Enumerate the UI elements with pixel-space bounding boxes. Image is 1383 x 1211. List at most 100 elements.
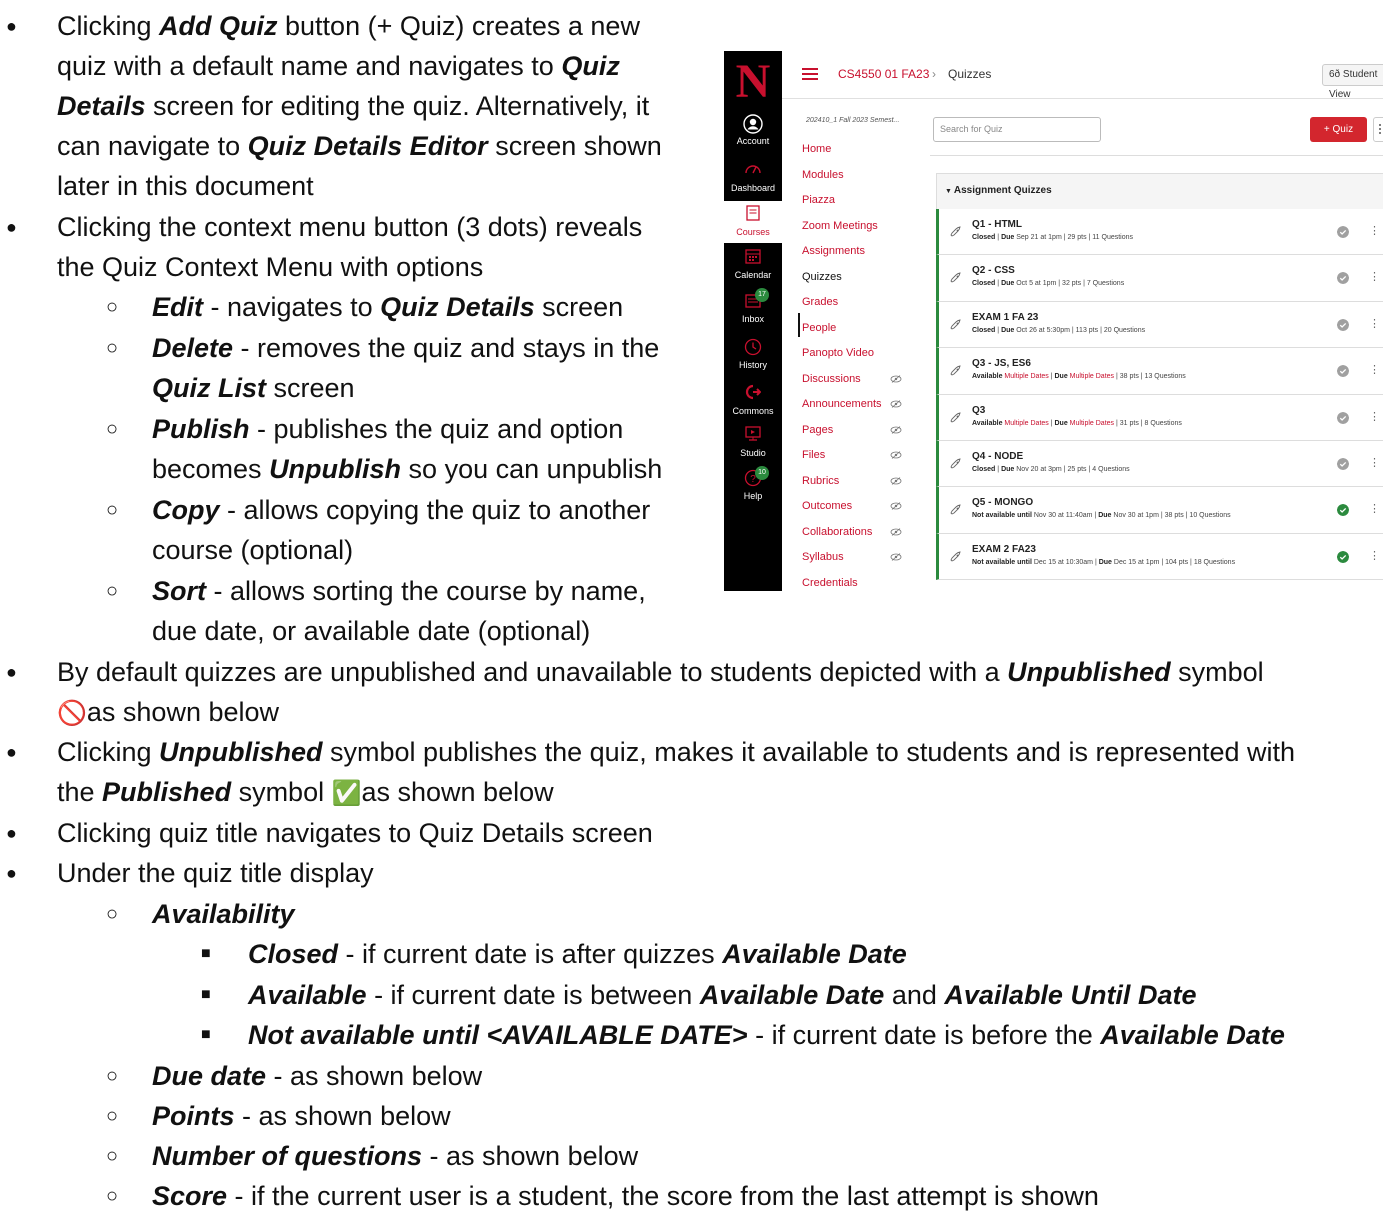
quiz-title-link[interactable]: Q1 - HTML [972,219,1022,230]
quiz-rocket-icon [950,411,961,423]
quiz-title-link[interactable]: Q3 - JS, ES6 [972,358,1031,369]
hidden-eye-icon [890,553,902,561]
publish-status-check-icon[interactable] [1337,411,1349,424]
quiz-meta: Available Multiple Dates | Due Multiple … [972,373,1186,381]
course-nav-item-collaborations[interactable]: Collaborations [802,526,872,538]
global-nav-dashboard[interactable]: Dashboard [724,161,782,193]
course-nav-item-credentials[interactable]: Credentials [802,577,858,589]
quiz-context-menu-button[interactable]: ⋮ [1369,224,1380,237]
course-nav-item-files[interactable]: Files [802,449,825,461]
publish-status-check-icon[interactable] [1337,226,1349,238]
quiz-row[interactable]: Q3 Available Multiple Dates | Due Multipl… [936,394,1383,441]
quiz-question-count: 8 Questions [1144,419,1182,427]
global-nav-account[interactable]: Account [724,114,782,146]
quiz-points: 104 pts [1165,558,1189,566]
quiz-due-date: Oct 5 at 1pm [1014,280,1057,288]
course-nav-item-quizzes[interactable]: Quizzes [802,271,842,283]
quiz-availability: Available [972,419,1003,427]
glasses-icon: 6ð [1329,69,1343,80]
quiz-availability: Not available until [972,512,1032,520]
quiz-context-menu-button[interactable]: ⋮ [1369,317,1380,330]
add-quiz-button[interactable]: + Quiz [1310,117,1367,142]
quiz-context-menu-button[interactable]: ⋮ [1369,410,1380,423]
course-nav-item-assignments[interactable]: Assignments [802,245,865,257]
quiz-title-link[interactable]: Q3 [972,405,985,416]
global-nav-courses[interactable]: Courses [724,201,782,243]
quiz-row[interactable]: Q2 - CSS Closed | Due Oct 5 at 1pm | 32 p… [936,255,1383,302]
course-nav-item-discussions[interactable]: Discussions [802,373,861,385]
course-nav-item-pages[interactable]: Pages [802,424,833,436]
quiz-title-link[interactable]: Q4 - NODE [972,451,1023,462]
course-nav-item-rubrics[interactable]: Rubrics [802,475,839,487]
quiz-due-label: Due [1054,373,1068,381]
quiz-due-label: Due [1054,419,1068,427]
global-nav-history[interactable]: History [724,338,782,370]
quiz-question-count: 7 Questions [1086,280,1125,288]
global-nav-inbox[interactable]: 17 Inbox [724,288,782,324]
hamburger-menu-icon[interactable] [802,68,818,80]
global-nav-commons[interactable]: Commons [724,384,782,416]
global-nav-help[interactable]: ? 10 Help [724,466,782,501]
quiz-title-link[interactable]: Q2 - CSS [972,265,1015,276]
quiz-due-label: Due [1001,326,1015,334]
quiz-row[interactable]: EXAM 1 FA 23 Closed | Due Oct 26 at 5:30p… [936,301,1383,349]
quiz-context-menu-button[interactable]: ⋮ [1369,502,1380,515]
quiz-meta: Not available until Dec 15 at 10:30am | … [972,558,1236,566]
course-nav-item-outcomes[interactable]: Outcomes [802,500,852,512]
course-nav-item-zoom-meetings[interactable]: Zoom Meetings [802,220,878,232]
quiz-row[interactable]: Q4 - NODE Closed | Due Nov 20 at 3pm | 25… [936,440,1383,488]
quiz-title-link[interactable]: Q5 - MONGO [972,497,1033,508]
quiz-available-date: Nov 30 at 11:40am [1031,512,1093,520]
assignment-quizzes-group-header[interactable]: ▼ Assignment Quizzes [936,173,1383,209]
quiz-points: 38 pts [1119,373,1139,381]
global-nav: N Account Dashboard Courses Calendar 17 … [724,51,782,591]
quiz-context-menu-button[interactable]: ⋮ [1369,363,1380,376]
history-icon [743,338,763,358]
publish-status-check-icon[interactable] [1337,457,1349,470]
course-nav-item-piazza[interactable]: Piazza [802,194,835,206]
quiz-title-link[interactable]: EXAM 1 FA 23 [972,312,1038,323]
course-nav-item-panopto-video[interactable]: Panopto Video [802,347,874,359]
quiz-question-count: 20 Questions [1103,326,1146,334]
quiz-meta: Closed | Due Sep 21 at 1pm | 29 pts | 11… [972,234,1134,241]
quiz-meta: Available Multiple Dates | Due Multiple … [972,419,1182,427]
course-nav-item-modules[interactable]: Modules [802,169,844,181]
quiz-title-link[interactable]: EXAM 2 FA23 [972,544,1036,555]
publish-status-check-icon[interactable] [1337,504,1349,517]
university-logo: N [735,55,771,108]
quiz-context-menu-button[interactable]: ⋮ [1369,549,1380,562]
quiz-meta: Closed | Due Oct 26 at 5:30pm | 113 pts … [972,326,1146,334]
quiz-available-date: Multiple Dates [1002,373,1049,381]
bullet-text: Clicking Add Quiz button (+ Quiz) create… [57,11,640,41]
quiz-points: 32 pts [1062,280,1082,288]
global-nav-studio[interactable]: Studio [724,426,782,458]
publish-status-check-icon[interactable] [1337,550,1349,563]
search-quiz-input[interactable]: Search for Quiz [933,117,1101,142]
course-nav-item-announcements[interactable]: Announcements [802,398,882,410]
quiz-available-date: Dec 15 at 10:30am [1031,558,1093,566]
publish-status-check-icon[interactable] [1337,272,1349,285]
page-context-menu-button[interactable] [1373,117,1383,142]
publish-status-check-icon[interactable] [1337,318,1349,331]
quiz-row[interactable]: Q1 - HTML Closed | Due Sep 21 at 1pm | 29… [936,209,1383,256]
quiz-context-menu-button[interactable]: ⋮ [1369,456,1380,469]
student-view-button[interactable]: 6ð Student View [1322,64,1383,100]
hidden-eye-icon [890,527,902,536]
breadcrumb-course-link[interactable]: CS4550 01 FA23 [838,67,929,81]
quiz-context-menu-button[interactable]: ⋮ [1369,270,1380,283]
quiz-due-label: Due [1001,280,1015,288]
global-nav-calendar[interactable]: Calendar [724,248,782,280]
term-label: 202410_1 Fall 2023 Semest... [806,117,900,124]
quiz-row[interactable]: Q3 - JS, ES6 Available Multiple Dates | D… [936,348,1383,395]
hidden-eye-icon [890,476,902,485]
caret-down-icon: ▼ [945,188,954,195]
course-nav-item-home[interactable]: Home [802,143,831,155]
quiz-row[interactable]: EXAM 2 FA23 Not available until Dec 15 at… [936,533,1383,581]
inbox-icon: 17 [743,288,769,312]
course-nav-item-grades[interactable]: Grades [802,296,838,308]
course-nav-item-people[interactable]: People [802,322,836,334]
quiz-rocket-icon [950,365,961,376]
course-nav-item-syllabus[interactable]: Syllabus [802,551,844,563]
quiz-row[interactable]: Q5 - MONGO Not available until Nov 30 at … [936,487,1383,534]
publish-status-check-icon[interactable] [1337,365,1349,378]
